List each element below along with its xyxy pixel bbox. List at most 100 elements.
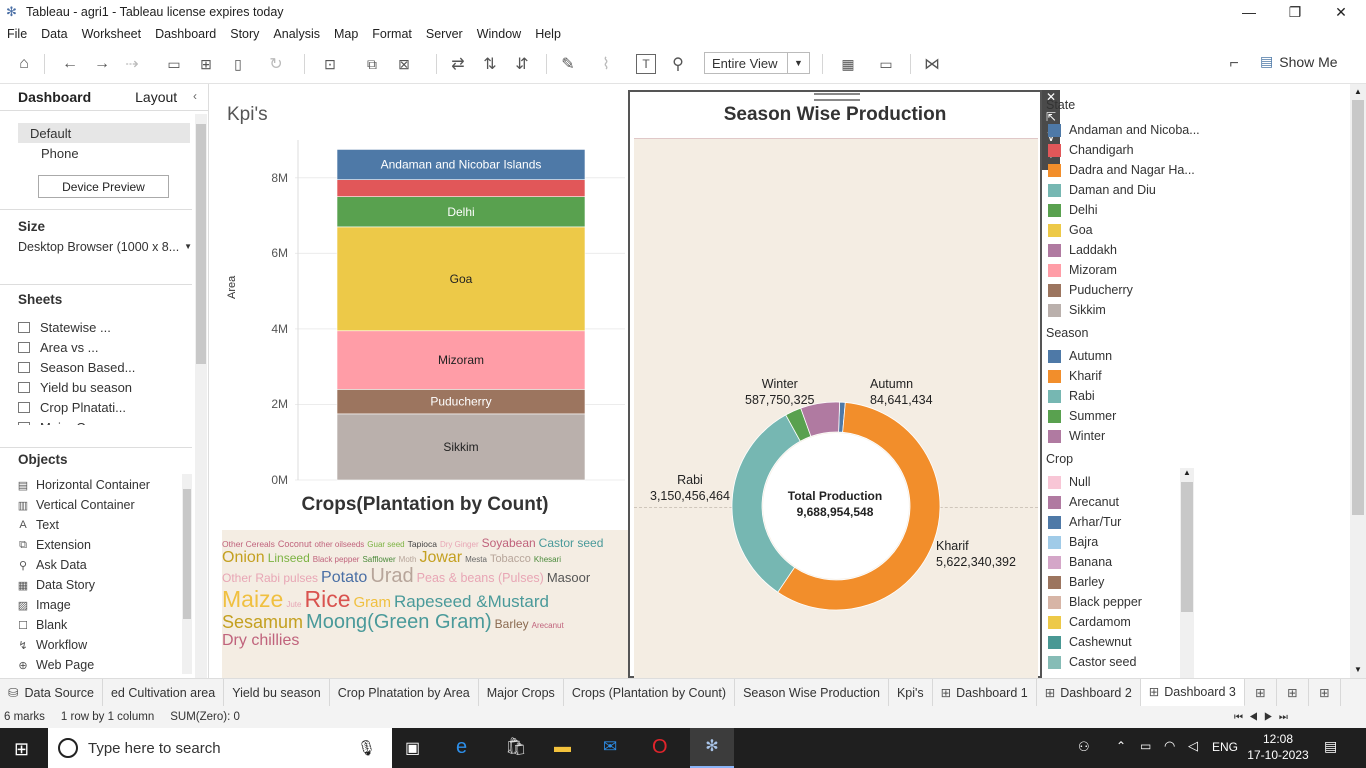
presentation-icon[interactable]: ▭ [874,52,898,76]
wordcloud-word[interactable]: Coconut [278,539,312,549]
new-data-source-icon[interactable]: ⊞ [194,52,218,76]
sheet-item[interactable]: Season Based... [0,357,192,377]
object-item[interactable]: ⚲ Ask Data [0,555,192,575]
swap-icon[interactable]: ⇄ [446,52,470,76]
save-icon[interactable]: ▭ [162,52,186,76]
minimize-button[interactable]: ― [1226,0,1272,24]
show-me-button[interactable]: ▤ Show Me [1260,53,1338,70]
crop-legend-item[interactable]: Castor seed [1048,652,1178,672]
state-legend-item[interactable]: Andaman and Nicoba... [1048,120,1200,140]
state-legend-item[interactable]: Daman and Diu [1048,180,1196,200]
wordcloud-word[interactable]: Castor seed [539,537,604,550]
wordcloud-word[interactable]: Tapioca [408,540,437,549]
size-select[interactable]: Desktop Browser (1000 x 8... ▼ [18,240,192,254]
home-icon[interactable]: ⌂ [12,52,36,76]
crop-legend-item[interactable]: Coconut [1048,672,1178,674]
tray-chevron-icon[interactable]: ⌃ [1116,739,1126,753]
undo-icon[interactable]: ← [58,52,82,76]
menu-help[interactable]: Help [528,27,568,41]
wordcloud-word[interactable]: Gram [354,595,392,611]
object-item[interactable]: ⊕ Web Page [0,655,192,675]
opera-icon[interactable]: O [652,736,668,759]
sheet-navigation[interactable]: ⏮◀▶⏭ [1234,712,1294,723]
sheet-tab[interactable]: Crops (Plantation by Count) [564,679,736,706]
restore-button[interactable]: ❐ [1272,0,1318,24]
crop-legend-scrollbar[interactable]: ▲ [1180,468,1194,678]
wordcloud-word[interactable]: Khesari [534,555,561,564]
season-legend-item[interactable]: Rabi [1048,386,1196,406]
wordcloud-word[interactable]: Masoor [547,571,590,585]
microphone-icon[interactable]: 🎙 [357,739,376,757]
device-preview-button[interactable]: Device Preview [38,175,169,198]
wordcloud-word[interactable]: Safflower [362,555,395,564]
replay-icon[interactable]: ⇢ [120,52,144,76]
menu-window[interactable]: Window [470,27,528,41]
wordcloud-word[interactable]: Moth [399,555,417,564]
tab-layout[interactable]: Layout [109,84,195,110]
wordcloud-word[interactable]: Other Rabi pulses [222,572,318,585]
state-legend-item[interactable]: Delhi [1048,200,1196,220]
close-window-button[interactable]: ✕ [1318,0,1364,24]
crop-legend-item[interactable]: Null [1048,472,1178,492]
object-item[interactable]: ▨ Image [0,595,192,615]
people-icon[interactable]: ⚇ [1078,739,1090,755]
pin-icon[interactable]: ⚲ [666,52,690,76]
season-legend-item[interactable]: Autumn [1048,346,1196,366]
fit-view-select[interactable]: Entire View ▼ [704,52,810,74]
edge-icon[interactable]: e [456,736,467,759]
collapse-pane-icon[interactable]: ‹ [193,89,197,103]
sheet-tab[interactable]: Yield bu season [224,679,330,706]
device-default[interactable]: Default [18,123,190,143]
taskbar-search[interactable]: Type here to search 🎙 [48,728,392,768]
wordcloud-word[interactable]: Rapeseed &Mustard [394,593,549,611]
crop-legend-item[interactable]: Bajra [1048,532,1178,552]
tab-dashboard[interactable]: Dashboard [0,84,109,110]
sheet-tab[interactable]: ed Cultivation area [103,679,225,706]
state-legend-item[interactable]: Chandigarh [1048,140,1196,160]
format-icon[interactable]: ⌐ [1222,52,1246,76]
crop-legend-item[interactable]: Black pepper [1048,592,1178,612]
crop-legend-item[interactable]: Arhar/Tur [1048,512,1178,532]
sheet-item[interactable]: Statewise ... [0,317,192,337]
sheet-item[interactable]: Major Crops [0,417,192,425]
vertical-scrollbar[interactable]: ▲ ▼ [1350,84,1366,678]
language-indicator[interactable]: ENG [1212,740,1238,754]
group-icon[interactable]: ⌇ [594,52,618,76]
menu-map[interactable]: Map [327,27,365,41]
sheet-tab[interactable]: Crop Plnatation by Area [330,679,479,706]
new-story-tab-icon[interactable]: ⊞ [1309,679,1341,706]
start-icon[interactable]: ⊞ [14,739,29,760]
wordcloud-word[interactable]: Arecanut [532,621,564,630]
wordcloud-word[interactable]: Jowar [419,549,462,567]
menu-story[interactable]: Story [223,27,266,41]
sheet-tab[interactable]: ⊞ Dashboard 2 [1037,679,1141,706]
file-explorer-icon[interactable]: ▬ [554,737,571,757]
store-icon[interactable]: 🛍 [505,737,527,757]
menu-format[interactable]: Format [365,27,419,41]
crop-legend-item[interactable]: Barley [1048,572,1178,592]
pause-updates-icon[interactable]: ▯ [226,52,250,76]
wordcloud-word[interactable]: Barley [495,617,529,631]
wordcloud-word[interactable]: Tobacco [490,553,531,566]
season-legend-item[interactable]: Summer [1048,406,1196,426]
crop-legend-item[interactable]: Cardamom [1048,612,1178,632]
wordcloud-word[interactable]: Black pepper [313,555,360,564]
bar-segment[interactable] [336,179,586,197]
object-item[interactable]: ⧉ Extension [0,535,192,555]
wifi-icon[interactable]: ◠ [1164,738,1175,754]
sheet-tab[interactable]: ⛁ Data Source [0,679,103,706]
sheet-item[interactable]: Crop Plnatati... [0,397,192,417]
object-item[interactable]: ▤ Horizontal Container [0,475,192,495]
wordcloud-word[interactable]: Dry chillies [222,632,299,650]
menu-data[interactable]: Data [34,27,74,41]
sort-ascending-icon[interactable]: ⇅ [478,52,502,76]
wordcloud-word[interactable]: Other Cereals [222,540,275,549]
share-icon[interactable]: ⋈ [920,52,944,76]
menu-server[interactable]: Server [419,27,470,41]
mail-icon[interactable]: ✉ [603,737,617,757]
duplicate-icon[interactable]: ⧉ [360,52,384,76]
new-dashboard-tab-icon[interactable]: ⊞ [1277,679,1309,706]
crop-legend-item[interactable]: Banana [1048,552,1178,572]
sheet-tab[interactable]: Kpi's [889,679,933,706]
season-legend-item[interactable]: Winter [1048,426,1196,446]
